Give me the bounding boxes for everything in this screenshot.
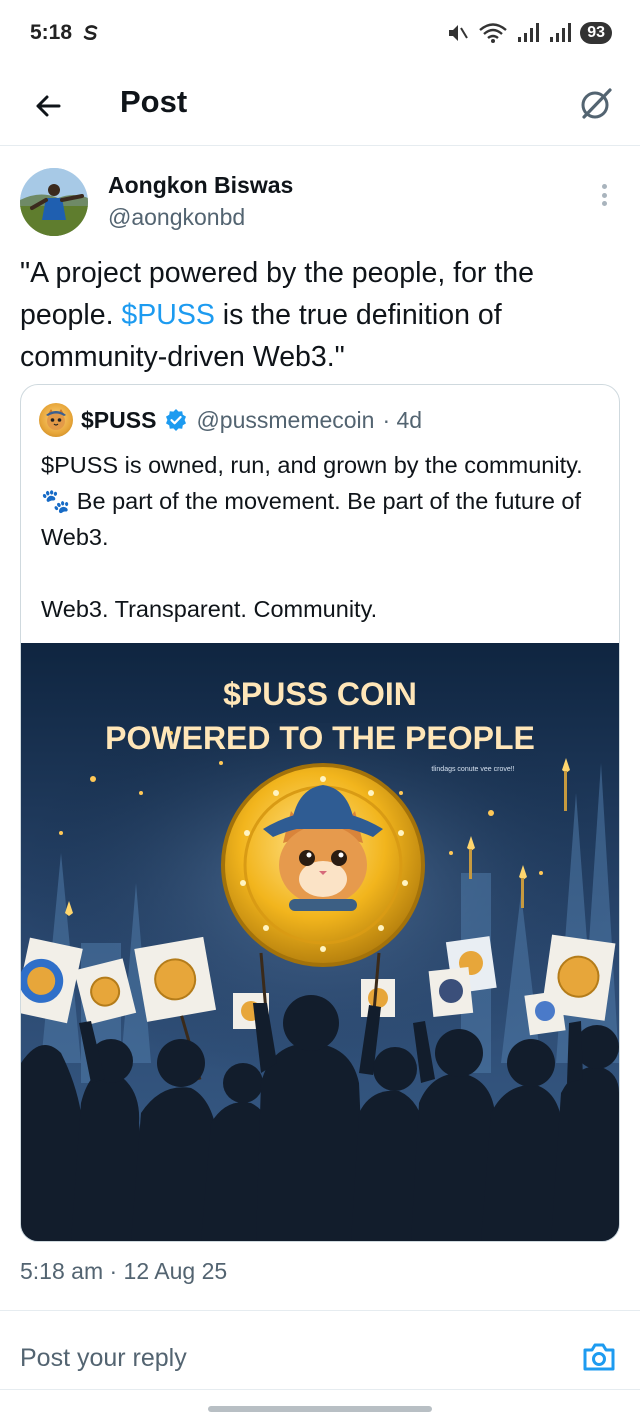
author-handle[interactable]: @aongkonbd [108,204,245,231]
verified-badge-icon [166,409,187,431]
mute-icon [449,25,469,41]
cashtag-link[interactable]: $PUSS [121,299,214,331]
paw-prints-emoji: 🐾 [41,488,71,514]
image-title-line1: $PUSS COIN [223,676,417,712]
quoted-text-part: $PUSS is owned, run, and grown by the co… [41,452,583,478]
image-title-line2: POWERED TO THE PEOPLE [105,720,535,756]
quoted-post-text: $PUSS is owned, run, and grown by the co… [41,447,601,627]
puss-coin [221,763,425,967]
post-author: Aongkon Biswas @aongkonbd [20,168,620,240]
divider [0,1310,640,1311]
grok-icon [581,88,612,119]
quoted-post-age: · 4d [382,406,423,433]
quoted-post-header: $PUSS @pussmemecoin · 4d [39,403,422,437]
signal-icon [518,23,540,42]
cat-face-icon [46,409,66,430]
quoted-text-part: Be part of the movement. Be part of the … [41,488,582,550]
quoted-author-name: $PUSS [81,406,157,433]
reply-bar [0,1326,640,1390]
signal-icon [550,23,572,42]
grok-button[interactable] [574,82,618,126]
post-timestamp: 5:18 am · 12 Aug 25 [20,1258,228,1284]
quoted-avatar [39,403,73,437]
status-time: 5:18 [30,21,73,44]
battery-level: 93 [580,22,612,44]
dot-icon [601,201,607,206]
wifi-icon [479,23,507,43]
back-button[interactable] [28,86,68,126]
image-caption: tlindags conute vee crove!! [431,766,514,773]
quoted-text-line: Web3. Transparent. Community. [41,596,378,622]
author-name[interactable]: Aongkon Biswas [108,172,293,199]
post-text: "A project powered by the people, for th… [20,252,620,378]
post-image[interactable]: $PUSS COIN POWERED TO THE PEOPLE tlindag… [21,643,619,1241]
arrow-left-icon [36,95,61,117]
top-app-bar: Post [0,66,640,146]
camera-icon [583,1343,615,1371]
page-title: Post [120,84,188,119]
quoted-author-handle: @pussmemecoin [196,406,375,433]
quoted-post[interactable]: $PUSS @pussmemecoin · 4d $PUSS is owned,… [20,384,620,1242]
reply-input[interactable] [20,1340,560,1376]
camera-button[interactable] [582,1340,616,1374]
avatar[interactable] [20,168,88,236]
more-options-button[interactable] [594,180,614,210]
dot-icon [601,192,607,198]
s-app-icon [83,25,98,41]
home-indicator[interactable] [208,1406,432,1412]
avatar-photo [20,168,88,236]
status-bar: 5:18 93 [0,0,640,66]
dot-icon [601,184,607,189]
